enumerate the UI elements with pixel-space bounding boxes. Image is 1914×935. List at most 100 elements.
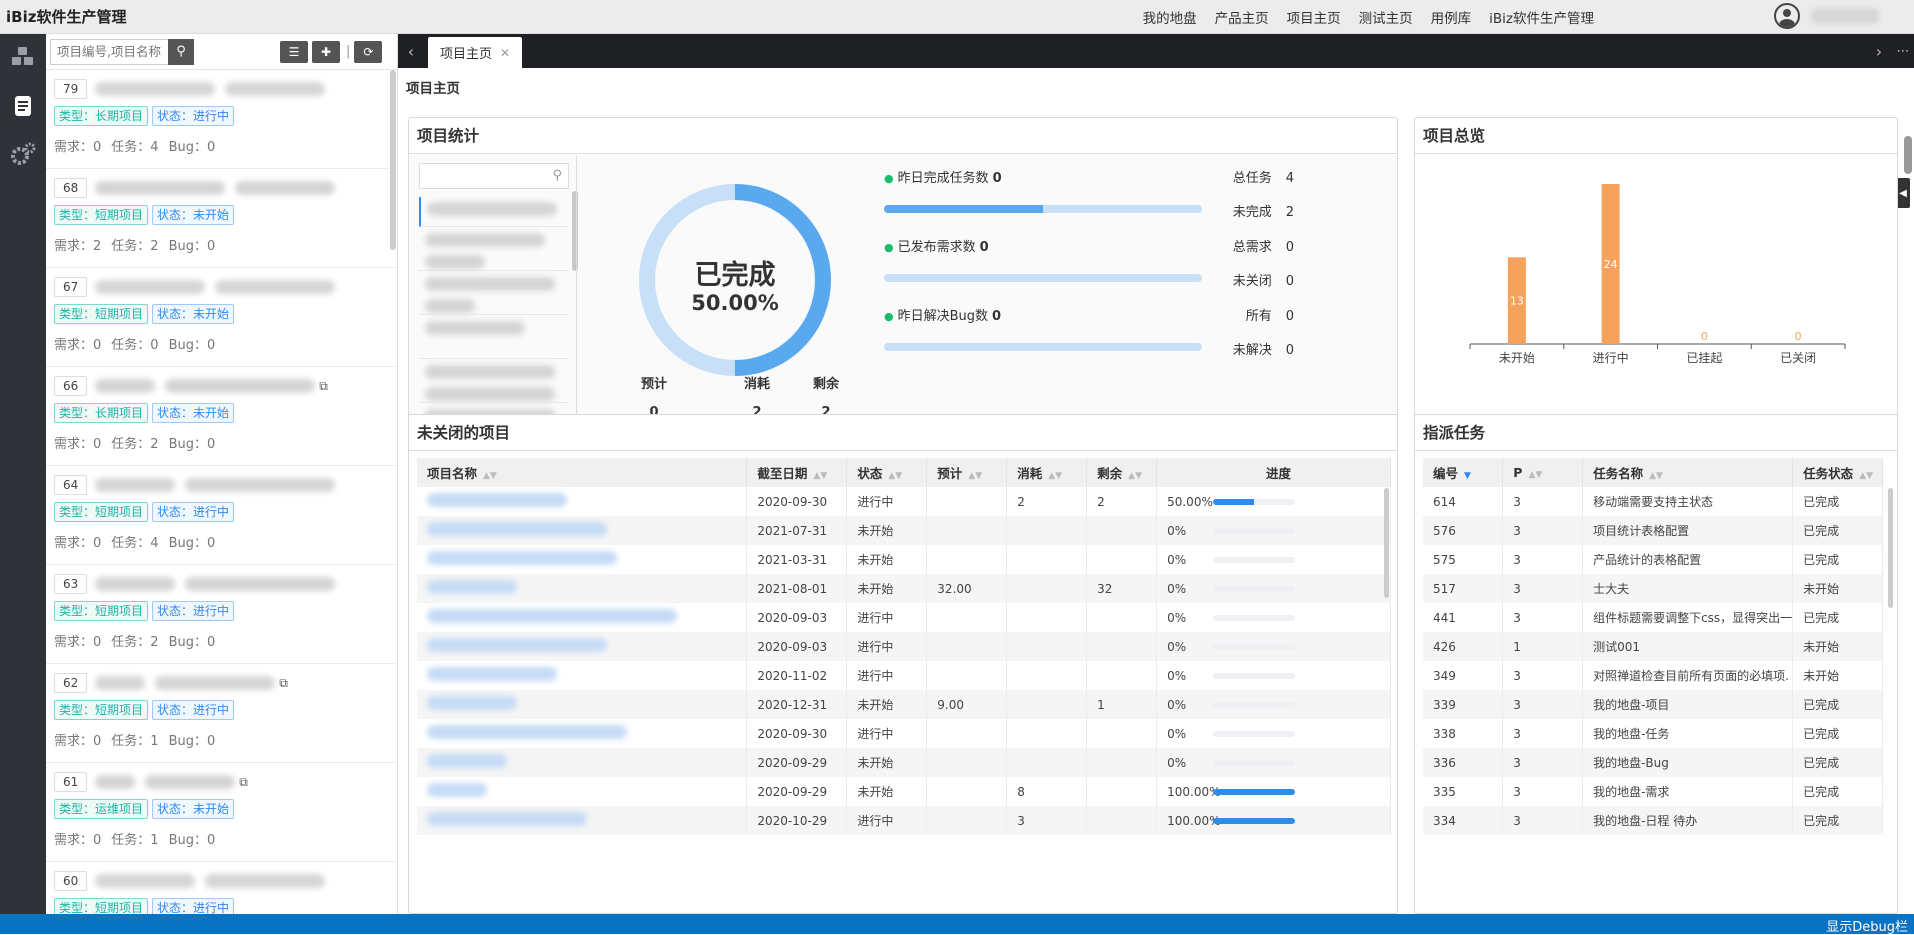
project-name-cell[interactable]	[417, 777, 748, 806]
selector-item[interactable]	[419, 315, 569, 359]
redacted-project-link[interactable]	[427, 783, 487, 797]
project-name-cell[interactable]	[417, 748, 748, 777]
column-header[interactable]: 状态 ▲▼	[846, 458, 928, 487]
redacted-project-link[interactable]	[427, 551, 617, 565]
list-item[interactable]: 60 类型：短期项目 状态：进行中	[46, 862, 397, 914]
selector-scrollbar[interactable]	[572, 191, 578, 271]
table-row[interactable]: 2020-09-03 进行中 0%	[417, 603, 1391, 632]
nav-my-dashboard[interactable]: 我的地盘	[1143, 7, 1197, 27]
column-header[interactable]: 项目名称 ▲▼	[417, 458, 748, 487]
sort-icon[interactable]: ▲▼	[1528, 470, 1542, 480]
redacted-project-link[interactable]	[427, 725, 627, 739]
list-view-button[interactable]: ☰	[280, 40, 308, 63]
sort-icon[interactable]: ▲▼	[1048, 471, 1062, 481]
search-button[interactable]: ⚲	[168, 38, 194, 65]
redacted-project-link[interactable]	[427, 638, 607, 652]
cubes-icon[interactable]	[0, 34, 46, 82]
table-row[interactable]: 576 3 项目统计表格配置 已完成	[1423, 516, 1883, 545]
table-row[interactable]: 2020-09-29 未开始 8 100.00%	[417, 777, 1391, 806]
table-scrollbar[interactable]	[1888, 488, 1893, 608]
selector-item[interactable]	[419, 197, 569, 227]
column-header[interactable]: 消耗 ▲▼	[1006, 458, 1088, 487]
user-menu[interactable]	[1774, 3, 1880, 29]
redacted-project-link[interactable]	[427, 696, 517, 710]
task-name-link[interactable]: 项目统计表格配置	[1582, 516, 1794, 545]
table-row[interactable]: 2021-07-31 未开始 0%	[417, 516, 1391, 545]
list-item[interactable]: 67 类型：短期项目 状态：未开始 需求：0 任务：0 Bug：0	[46, 268, 397, 367]
task-name-link[interactable]: 产品统计的表格配置	[1582, 545, 1794, 574]
task-name-link[interactable]: 我的地盘-需求	[1582, 777, 1794, 806]
debug-toggle-button[interactable]: 显示Debug栏	[1826, 916, 1908, 935]
task-name-link[interactable]: 士大夫	[1582, 574, 1794, 603]
task-name-link[interactable]: 对照禅道检查目前所有页面的必填项.	[1582, 661, 1794, 690]
list-item[interactable]: 64 类型：短期项目 状态：进行中 需求：0 任务：4 Bug：0	[46, 466, 397, 565]
nav-product-home[interactable]: 产品主页	[1215, 7, 1269, 27]
table-scrollbar[interactable]	[1384, 488, 1389, 598]
more-icon[interactable]: ⋯	[1892, 34, 1914, 68]
nav-ibiz[interactable]: iBiz软件生产管理	[1489, 7, 1594, 27]
sort-icon[interactable]: ▲▼	[483, 471, 497, 481]
column-header[interactable]: 剩余 ▲▼	[1086, 458, 1158, 487]
column-header[interactable]: 任务状态 ▲▼	[1792, 458, 1883, 487]
table-row[interactable]: 2020-09-30 进行中 2 2 50.00%	[417, 487, 1391, 516]
table-row[interactable]: 335 3 我的地盘-需求 已完成	[1423, 777, 1883, 806]
redacted-project-link[interactable]	[427, 580, 517, 594]
project-name-cell[interactable]	[417, 806, 748, 835]
column-header[interactable]: 进度	[1156, 458, 1391, 487]
column-header[interactable]: 截至日期 ▲▼	[746, 458, 848, 487]
table-row[interactable]: 2020-09-30 进行中 0%	[417, 719, 1391, 748]
table-row[interactable]: 441 3 组件标题需要调整下css，显得突出一 已完成	[1423, 603, 1883, 632]
task-name-link[interactable]: 我的地盘-项目	[1582, 690, 1794, 719]
collapse-icon[interactable]: ◀	[1896, 178, 1910, 208]
task-name-link[interactable]: 我的地盘-Bug	[1582, 748, 1794, 777]
redacted-project-link[interactable]	[427, 493, 567, 507]
redacted-project-link[interactable]	[427, 754, 507, 768]
gears-icon[interactable]	[0, 130, 46, 178]
column-header[interactable]: 任务名称 ▲▼	[1582, 458, 1794, 487]
table-row[interactable]: 339 3 我的地盘-项目 已完成	[1423, 690, 1883, 719]
project-name-cell[interactable]	[417, 574, 748, 603]
close-icon[interactable]: ✕	[500, 46, 510, 60]
table-row[interactable]: 2021-08-01 未开始 32.00 32 0%	[417, 574, 1391, 603]
list-item[interactable]: 79 类型：长期项目 状态：进行中 需求：0 任务：4 Bug：0	[46, 70, 397, 169]
task-name-link[interactable]: 组件标题需要调整下css，显得突出一	[1582, 603, 1794, 632]
sort-icon[interactable]: ▲▼	[1649, 471, 1663, 481]
table-row[interactable]: 426 1 测试001 未开始	[1423, 632, 1883, 661]
table-row[interactable]: 575 3 产品统计的表格配置 已完成	[1423, 545, 1883, 574]
add-project-button[interactable]: ✚	[312, 40, 340, 63]
list-item[interactable]: 61 ⧉ 类型：运维项目 状态：未开始 需求：0 任务：1 Bug：0	[46, 763, 397, 862]
table-row[interactable]: 349 3 对照禅道检查目前所有页面的必填项. 未开始	[1423, 661, 1883, 690]
table-row[interactable]: 2020-10-29 进行中 3 100.00%	[417, 806, 1391, 835]
table-row[interactable]: 2020-12-31 未开始 9.00 1 0%	[417, 690, 1391, 719]
selector-search-input[interactable]: ⚲	[419, 163, 569, 189]
column-header[interactable]: P ▲▼	[1502, 458, 1584, 487]
project-name-cell[interactable]	[417, 719, 748, 748]
sort-icon[interactable]: ▲▼	[813, 471, 827, 481]
task-name-link[interactable]: 测试001	[1582, 632, 1794, 661]
redacted-project-link[interactable]	[427, 812, 587, 826]
external-link-icon[interactable]: ⧉	[279, 676, 288, 691]
sort-icon[interactable]: ▲▼	[968, 471, 982, 481]
redacted-project-link[interactable]	[427, 522, 607, 536]
project-name-cell[interactable]	[417, 632, 748, 661]
tab-prev-icon[interactable]: ‹	[398, 34, 424, 68]
sort-icon[interactable]: ▼	[1464, 471, 1471, 481]
table-row[interactable]: 2020-09-03 进行中 0%	[417, 632, 1391, 661]
sort-icon[interactable]: ▲▼	[1859, 471, 1873, 481]
table-row[interactable]: 614 3 移动端需要支持主状态 已完成	[1423, 487, 1883, 516]
list-scrollbar[interactable]	[390, 70, 396, 250]
sort-icon[interactable]: ▲▼	[888, 471, 902, 481]
refresh-button[interactable]: ⟳	[354, 40, 383, 63]
sort-icon[interactable]: ▲▼	[1128, 471, 1142, 481]
list-item[interactable]: 63 类型：短期项目 状态：进行中 需求：0 任务：2 Bug：0	[46, 565, 397, 664]
list-icon[interactable]	[0, 82, 46, 130]
task-name-link[interactable]: 我的地盘-日程 待办	[1582, 806, 1794, 835]
column-header[interactable]: 编号 ▼	[1423, 458, 1504, 487]
table-row[interactable]: 517 3 士大夫 未开始	[1423, 574, 1883, 603]
table-row[interactable]: 336 3 我的地盘-Bug 已完成	[1423, 748, 1883, 777]
list-item[interactable]: 66 ⧉ 类型：长期项目 状态：未开始 需求：0 任务：2 Bug：0	[46, 367, 397, 466]
project-name-cell[interactable]	[417, 545, 748, 574]
nav-case-library[interactable]: 用例库	[1431, 7, 1472, 27]
table-row[interactable]: 334 3 我的地盘-日程 待办 已完成	[1423, 806, 1883, 835]
nav-project-home[interactable]: 项目主页	[1287, 7, 1341, 27]
